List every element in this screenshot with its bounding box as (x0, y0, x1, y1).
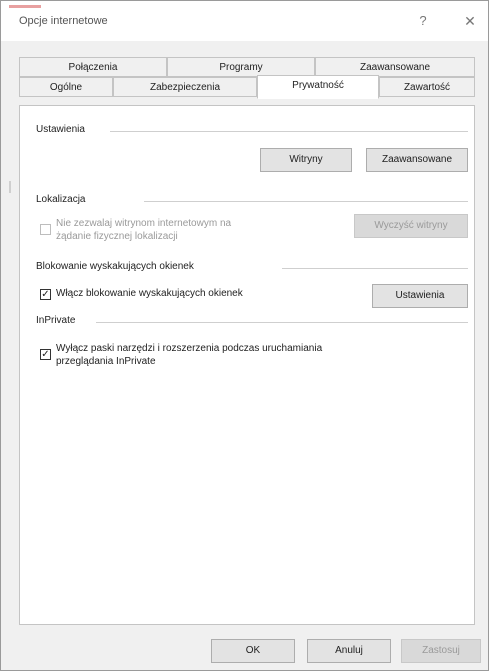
tab-general[interactable]: Ogólne (19, 77, 113, 97)
tab-advanced[interactable]: Zaawansowane (315, 57, 475, 77)
inprivate-group-line (96, 322, 468, 323)
inprivate-group-label: InPrivate (36, 315, 82, 326)
title-bar: Opcje internetowe ? ✕ (1, 1, 488, 41)
tab-connections[interactable]: Połączenia (19, 57, 167, 77)
dialog-footer: OK Anuluj Zastosuj (1, 629, 488, 670)
tab-security[interactable]: Zabezpieczenia (113, 77, 257, 97)
inprivate-checkbox[interactable]: ✓ (40, 349, 51, 360)
popup-group-line (282, 268, 468, 269)
cancel-button[interactable]: Anuluj (307, 639, 391, 663)
inprivate-checkbox-label-line1: Wyłącz paski narzędzi i rozszerzenia pod… (56, 343, 323, 354)
location-checkbox[interactable] (40, 224, 51, 235)
popup-blocker-checkbox-label: Włącz blokowanie wyskakujących okienek (56, 288, 243, 299)
tab-programs[interactable]: Programy (167, 57, 315, 77)
popup-group-label: Blokowanie wyskakujących okienek (36, 261, 200, 272)
settings-group-label: Ustawienia (36, 124, 91, 135)
popup-settings-button[interactable]: Ustawienia (372, 284, 468, 308)
tab-content[interactable]: Zawartość (379, 77, 475, 97)
popup-blocker-checkbox[interactable]: ✓ (40, 289, 51, 300)
internet-options-dialog: Opcje internetowe ? ✕ Połączenia Program… (0, 0, 489, 671)
tab-strip: Połączenia Programy Zaawansowane Ogólne … (19, 57, 475, 107)
settings-group-line (110, 131, 468, 132)
advanced-settings-button[interactable]: Zaawansowane (366, 148, 468, 172)
close-icon[interactable]: ✕ (458, 11, 482, 31)
window-edge-artifact (9, 181, 11, 193)
location-checkbox-label-line1: Nie zezwalaj witrynom internetowym na (56, 218, 232, 229)
apply-button[interactable]: Zastosuj (401, 639, 481, 663)
location-checkbox-label-line2: żądanie fizycznej lokalizacji (56, 231, 178, 242)
sites-button[interactable]: Witryny (260, 148, 352, 172)
location-group-label: Lokalizacja (36, 194, 92, 205)
inprivate-checkbox-label-line2: przeglądania InPrivate (56, 356, 156, 367)
location-group-line (144, 201, 468, 202)
title-accent-mark (9, 5, 41, 8)
ok-button[interactable]: OK (211, 639, 295, 663)
clear-sites-button[interactable]: Wyczyść witryny (354, 214, 468, 238)
help-icon[interactable]: ? (411, 11, 435, 31)
tab-privacy[interactable]: Prywatność (257, 75, 379, 99)
window-title: Opcje internetowe (19, 15, 108, 27)
privacy-tab-panel: Ustawienia Witryny Zaawansowane Lokaliza… (19, 105, 475, 625)
